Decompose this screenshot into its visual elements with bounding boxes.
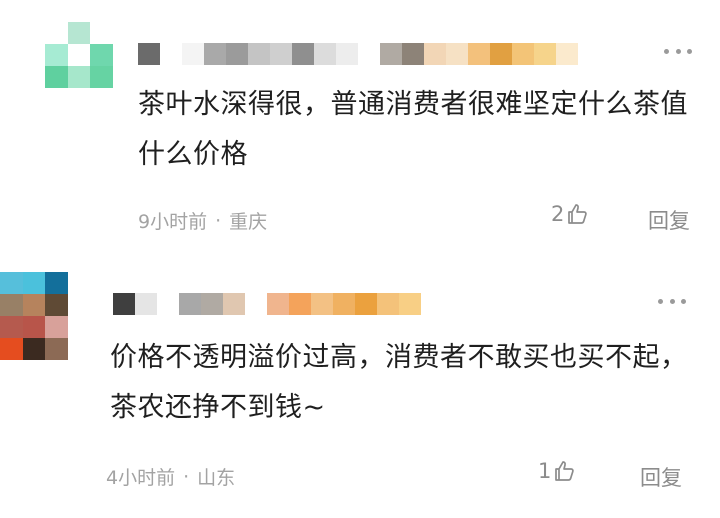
username-pixelated[interactable]: [113, 293, 421, 315]
avatar-pixel: [22, 272, 46, 294]
avatar[interactable]: [0, 272, 68, 360]
username-pixel: [402, 43, 424, 65]
comment-time: 9小时前: [138, 211, 208, 233]
username-pixel: [311, 293, 333, 315]
username-pixelated[interactable]: [138, 43, 578, 65]
avatar-pixel: [45, 338, 68, 360]
thumbs-up-icon: [568, 204, 588, 224]
avatar-pixel: [22, 294, 46, 316]
username-pixel: [468, 43, 490, 65]
username-pixel: [314, 43, 336, 65]
more-dots-icon[interactable]: [658, 291, 686, 311]
username-pixel: [270, 43, 292, 65]
avatar-pixel: [45, 22, 68, 44]
comment-location: 重庆: [229, 211, 268, 233]
username-pixel: [267, 293, 289, 315]
meta-separator: ·: [215, 209, 222, 232]
username-pixel: [289, 293, 311, 315]
reply-button[interactable]: 回复: [640, 462, 682, 492]
avatar-pixel: [0, 316, 23, 338]
comment-item: 价格不透明溢价过高，消费者不敢买也买不起，茶农还挣不到钱~ 4小时前 · 山东 …: [0, 250, 720, 518]
username-pixel: [182, 43, 204, 65]
username-pixel: [358, 43, 380, 65]
username-pixel: [135, 293, 157, 315]
username-pixel: [333, 293, 355, 315]
avatar-pixel: [90, 44, 113, 66]
comment-meta: 4小时前 · 山东: [106, 463, 235, 490]
username-pixel: [556, 43, 578, 65]
username-pixel: [204, 43, 226, 65]
like-count: 2: [551, 202, 565, 226]
thumbs-up-icon: [555, 461, 575, 481]
avatar-pixel: [67, 22, 91, 44]
username-pixel: [226, 43, 248, 65]
username-pixel: [157, 293, 179, 315]
avatar-pixel: [0, 338, 23, 360]
avatar-pixel: [22, 316, 46, 338]
username-pixel: [446, 43, 468, 65]
avatar-pixel: [67, 66, 91, 88]
username-pixel: [245, 293, 267, 315]
username-pixel: [424, 43, 446, 65]
meta-separator: ·: [183, 465, 190, 488]
reply-button[interactable]: 回复: [648, 205, 690, 235]
avatar-pixel: [45, 294, 68, 316]
username-pixel: [534, 43, 556, 65]
avatar-pixel: [45, 272, 68, 294]
like-button[interactable]: 1: [538, 459, 576, 483]
comment-time: 4小时前: [106, 467, 176, 489]
username-pixel: [179, 293, 201, 315]
username-pixel: [292, 43, 314, 65]
username-pixel: [380, 43, 402, 65]
comment-text: 价格不透明溢价过高，消费者不敢买也买不起，茶农还挣不到钱~: [110, 342, 688, 423]
username-pixel: [336, 43, 358, 65]
avatar-pixel: [90, 66, 113, 88]
comment-text: 茶叶水深得很，普通消费者很难坚定什么茶值什么价格: [138, 89, 688, 170]
comment-item: 茶叶水深得很，普通消费者很难坚定什么茶值什么价格 9小时前 · 重庆 2 回复: [0, 0, 720, 250]
username-pixel: [113, 293, 135, 315]
username-pixel: [399, 293, 421, 315]
comment-location: 山东: [197, 467, 236, 489]
more-dots-icon[interactable]: [664, 41, 692, 61]
avatar-pixel: [45, 44, 68, 66]
avatar-pixel: [45, 66, 68, 88]
like-count: 1: [538, 459, 552, 483]
avatar-pixel: [67, 44, 91, 66]
username-pixel: [355, 293, 377, 315]
username-pixel: [512, 43, 534, 65]
username-pixel: [248, 43, 270, 65]
username-pixel: [223, 293, 245, 315]
username-pixel: [138, 43, 160, 65]
avatar[interactable]: [45, 22, 113, 88]
username-pixel: [490, 43, 512, 65]
username-pixel: [201, 293, 223, 315]
avatar-pixel: [0, 272, 23, 294]
avatar-pixel: [90, 22, 113, 44]
like-button[interactable]: 2: [551, 202, 589, 226]
comment-meta: 9小时前 · 重庆: [138, 207, 267, 234]
avatar-pixel: [45, 316, 68, 338]
username-pixel: [377, 293, 399, 315]
avatar-pixel: [22, 338, 46, 360]
username-pixel: [160, 43, 182, 65]
avatar-pixel: [0, 294, 23, 316]
